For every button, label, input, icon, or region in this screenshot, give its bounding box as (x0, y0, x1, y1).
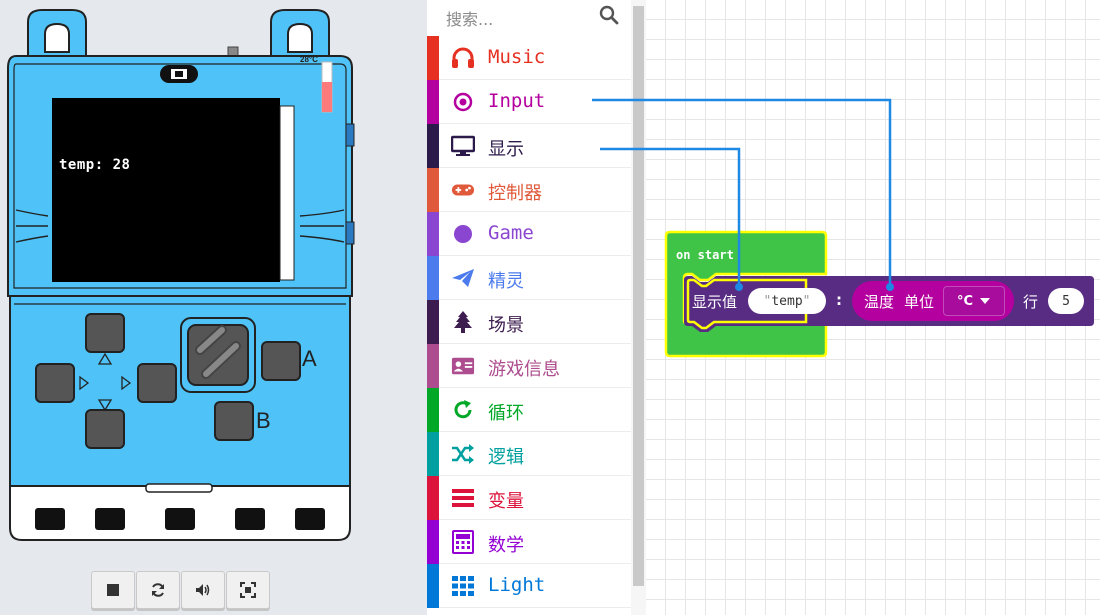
calculator-icon (451, 530, 475, 554)
radio-target-icon (451, 91, 475, 113)
category-label: Game (488, 222, 534, 244)
unit-dropdown[interactable]: °C (943, 286, 1005, 316)
dpad-left-button[interactable] (36, 364, 74, 402)
grid-icon (451, 575, 475, 597)
tree-icon (451, 311, 475, 333)
device-screen-text: temp: 28 (59, 157, 131, 173)
fullscreen-icon (240, 582, 256, 598)
toolbox-search[interactable]: 搜索... (427, 0, 631, 36)
simulator-toolbar (91, 571, 271, 609)
mute-button[interactable] (181, 571, 225, 609)
stop-icon (107, 584, 119, 596)
a-button[interactable] (262, 342, 300, 380)
search-icon[interactable] (599, 5, 619, 25)
circle-icon (451, 223, 475, 245)
restart-icon (152, 583, 164, 597)
category-logic[interactable]: 逻辑 (427, 432, 631, 476)
refresh-icon (451, 399, 475, 421)
unit-label: 单位 (904, 293, 935, 311)
category-controller[interactable]: 控制器 (427, 168, 631, 212)
category-game[interactable]: Game (427, 212, 631, 256)
category-label: 循环 (488, 403, 524, 424)
dpad-right-button[interactable] (138, 364, 176, 402)
paper-plane-icon (451, 267, 475, 289)
blocks-workspace[interactable]: on start 显示值 " temp " : 温度 单位 °C 行 5 (646, 0, 1100, 615)
simulator-panel: temp: 28 28°C A B (0, 0, 427, 615)
category-loops[interactable]: 循环 (427, 388, 631, 432)
row-value: 5 (1062, 293, 1070, 309)
button-b-label: B (256, 408, 271, 433)
fullscreen-button[interactable] (226, 571, 270, 609)
category-label: 数学 (488, 535, 524, 556)
on-start-label: on start (676, 248, 734, 262)
scrollbar-thumb[interactable] (633, 6, 644, 586)
category-sprites[interactable]: 精灵 (427, 256, 631, 300)
sound-icon (196, 584, 210, 596)
toolbox: 搜索... Music Input 显示 控制器 Game 精灵 场景 游戏信息… (427, 0, 631, 615)
stop-button[interactable] (91, 571, 135, 609)
dpad-down-button[interactable] (86, 410, 124, 448)
b-button[interactable] (215, 402, 253, 440)
chevron-down-icon (980, 298, 991, 304)
button-a-label: A (302, 346, 317, 371)
list-icon (451, 487, 475, 509)
shuffle-icon (451, 443, 475, 465)
string-value: temp (771, 293, 803, 309)
category-display[interactable]: 显示 (427, 124, 631, 168)
toolbox-scrollbar[interactable] (631, 0, 646, 615)
headphones-icon (451, 47, 475, 69)
category-label: 精灵 (488, 271, 524, 292)
device-illustration (7, 9, 355, 541)
category-label: 逻辑 (488, 447, 524, 468)
id-card-icon (451, 355, 475, 377)
temperature-slider-fill[interactable] (322, 82, 332, 112)
category-label: 控制器 (488, 183, 542, 204)
menu-button[interactable] (188, 325, 248, 385)
temperature-reading: 28°C (300, 55, 318, 64)
open-quote: " (763, 293, 772, 309)
category-input[interactable]: Input (427, 80, 631, 124)
category-label: Light (488, 574, 546, 596)
category-game-info[interactable]: 游戏信息 (427, 344, 631, 388)
show-value-label: 显示值 (692, 293, 738, 311)
category-label: 场景 (488, 315, 524, 336)
row-number-field[interactable]: 5 (1048, 288, 1084, 314)
category-label: 变量 (488, 491, 524, 512)
dpad-up-button[interactable] (86, 314, 124, 352)
colon-label: : (836, 291, 842, 309)
restart-button[interactable] (136, 571, 180, 609)
search-input[interactable]: 搜索... (446, 6, 493, 30)
category-label: Music (488, 46, 546, 68)
gamepad-icon (451, 179, 475, 201)
category-label: 游戏信息 (488, 359, 560, 380)
category-label: Input (488, 90, 546, 112)
category-variables[interactable]: 变量 (427, 476, 631, 520)
unit-value: °C (956, 293, 974, 309)
row-label: 行 (1023, 293, 1039, 311)
close-quote: " (802, 293, 811, 309)
temperature-label: 温度 (864, 293, 895, 311)
category-scene[interactable]: 场景 (427, 300, 631, 344)
category-math[interactable]: 数学 (427, 520, 631, 564)
category-light[interactable]: Light (427, 564, 631, 608)
category-label: 显示 (488, 139, 524, 160)
string-field[interactable]: " temp " (748, 288, 826, 314)
monitor-icon (451, 135, 475, 157)
category-music[interactable]: Music (427, 36, 631, 80)
